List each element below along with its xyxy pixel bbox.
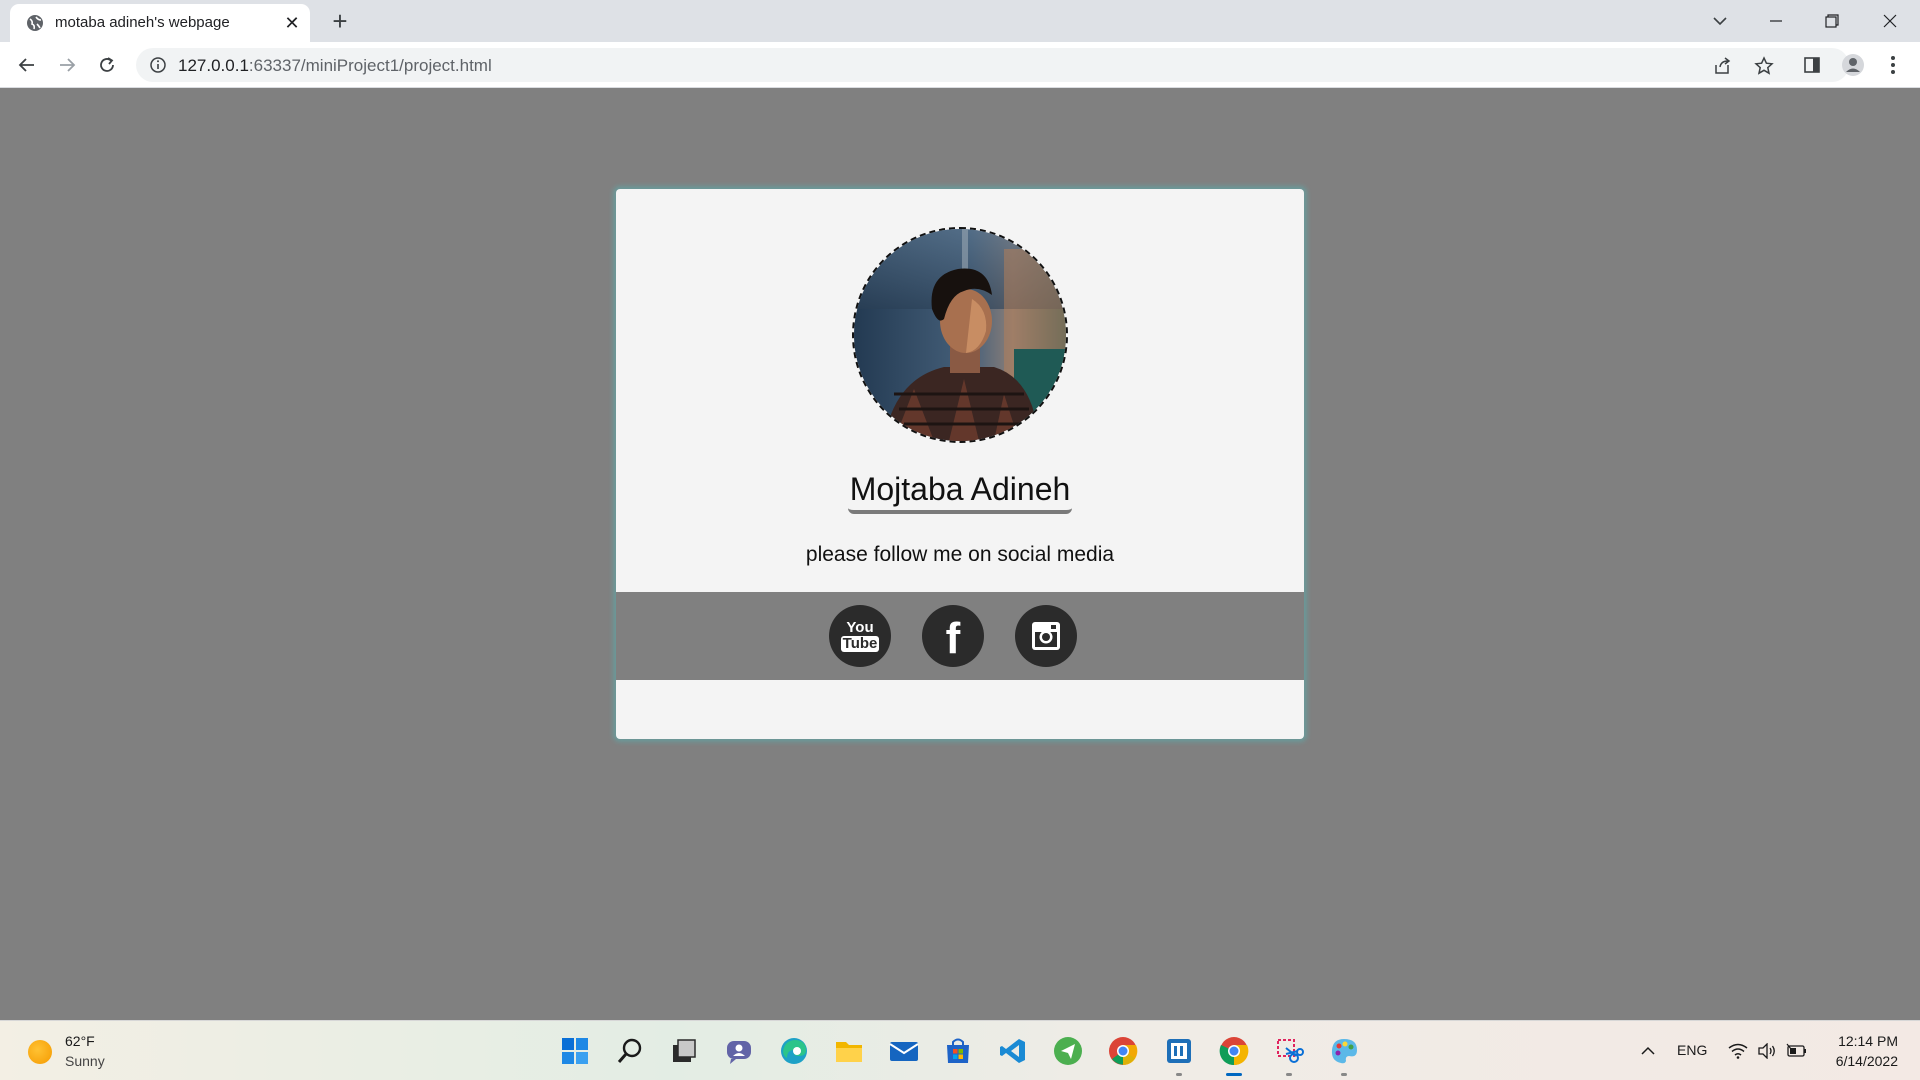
kebab-menu-icon [1891,56,1895,74]
close-icon [1883,14,1897,28]
info-icon[interactable] [149,56,167,74]
facebook-icon: f [945,614,961,663]
close-window-button[interactable] [1862,0,1918,42]
chat-icon[interactable] [723,1035,755,1067]
store-icon[interactable] [942,1035,974,1067]
language-indicator[interactable]: ENG [1677,1042,1707,1058]
windows-taskbar: 62°F Sunny ENG 12:14 PM 6/14/2022 [0,1020,1920,1080]
avatar [852,227,1068,443]
url-path: :63337/miniProject1/project.html [248,56,492,75]
restore-icon [1825,14,1839,28]
weather-temperature[interactable]: 62°F [65,1033,95,1049]
clock-date: 6/14/2022 [1835,1053,1898,1069]
chrome-icon[interactable] [1107,1035,1139,1067]
instagram-icon [1032,622,1060,650]
page-viewport: Mojtaba Adineh please follow me on socia… [0,88,1920,1020]
social-bar: You Tube f [616,592,1304,680]
profile-photo [854,229,1066,441]
chrome-active-icon[interactable] [1218,1035,1250,1076]
send-icon[interactable] [1052,1035,1084,1067]
wifi-icon[interactable] [1724,1035,1752,1067]
vscode-icon[interactable] [997,1035,1029,1067]
volume-icon[interactable] [1753,1035,1781,1067]
arrow-right-icon [60,58,76,72]
battery-icon[interactable] [1783,1035,1811,1067]
youtube-icon: You Tube [840,619,880,652]
search-icon[interactable] [614,1035,646,1067]
task-view-icon[interactable] [668,1035,700,1067]
clock[interactable]: 12:14 PM 6/14/2022 [1828,1031,1898,1071]
mail-icon[interactable] [888,1035,920,1067]
side-panel-button[interactable] [1799,52,1825,78]
paint-icon[interactable] [1328,1035,1360,1076]
facebook-link[interactable]: f [922,605,984,667]
profile-icon [1842,54,1864,76]
side-panel-icon [1804,57,1820,73]
youtube-link[interactable]: You Tube [829,605,891,667]
terminal-icon[interactable] [1163,1035,1195,1076]
globe-icon [27,15,43,31]
menu-button[interactable] [1880,52,1906,78]
profile-card: Mojtaba Adineh please follow me on socia… [616,189,1304,739]
snipping-tool-icon[interactable] [1273,1035,1305,1076]
reload-icon [100,57,114,72]
address-bar[interactable]: 127.0.0.1:63337/miniProject1/project.htm… [136,48,1849,82]
tab-search-button[interactable] [1692,0,1748,42]
url-host: 127.0.0.1 [178,56,249,75]
new-tab-button[interactable]: + [326,8,354,36]
chevron-down-icon [1713,17,1727,26]
clock-time: 12:14 PM [1838,1033,1898,1049]
weather-condition[interactable]: Sunny [65,1053,105,1069]
tab-title: motaba adineh's webpage [55,14,230,31]
browser-tabstrip: motaba adineh's webpage ✕ + [0,0,1920,42]
minimize-icon [1770,20,1782,22]
tab-close-icon[interactable]: ✕ [281,12,303,34]
reload-button[interactable] [92,50,122,80]
windows-start-icon[interactable] [559,1035,591,1067]
share-icon [1715,57,1731,74]
forward-button[interactable] [52,50,82,80]
browser-tab[interactable]: motaba adineh's webpage ✕ [10,4,310,42]
profile-name: Mojtaba Adineh [616,471,1304,514]
youtube-icon-bottom: Tube [840,635,880,652]
arrow-left-icon [18,58,34,72]
profile-subtitle: please follow me on social media [805,543,1115,566]
profile-name-text: Mojtaba Adineh [847,471,1073,514]
sun-icon[interactable] [28,1040,52,1064]
star-icon [1754,56,1774,75]
back-button[interactable] [12,50,42,80]
youtube-icon-top: You [846,619,874,636]
edge-icon[interactable] [778,1035,810,1067]
file-explorer-icon[interactable] [833,1035,865,1067]
instagram-link[interactable] [1015,605,1077,667]
chevron-up-icon[interactable] [1632,1035,1664,1067]
share-button[interactable] [1712,55,1734,77]
minimize-button[interactable] [1748,0,1804,42]
bookmark-button[interactable] [1753,55,1775,77]
restore-button[interactable] [1804,0,1860,42]
browser-toolbar: 127.0.0.1:63337/miniProject1/project.htm… [0,42,1920,88]
profile-button[interactable] [1840,52,1866,78]
url-text: 127.0.0.1:63337/miniProject1/project.htm… [178,56,492,76]
